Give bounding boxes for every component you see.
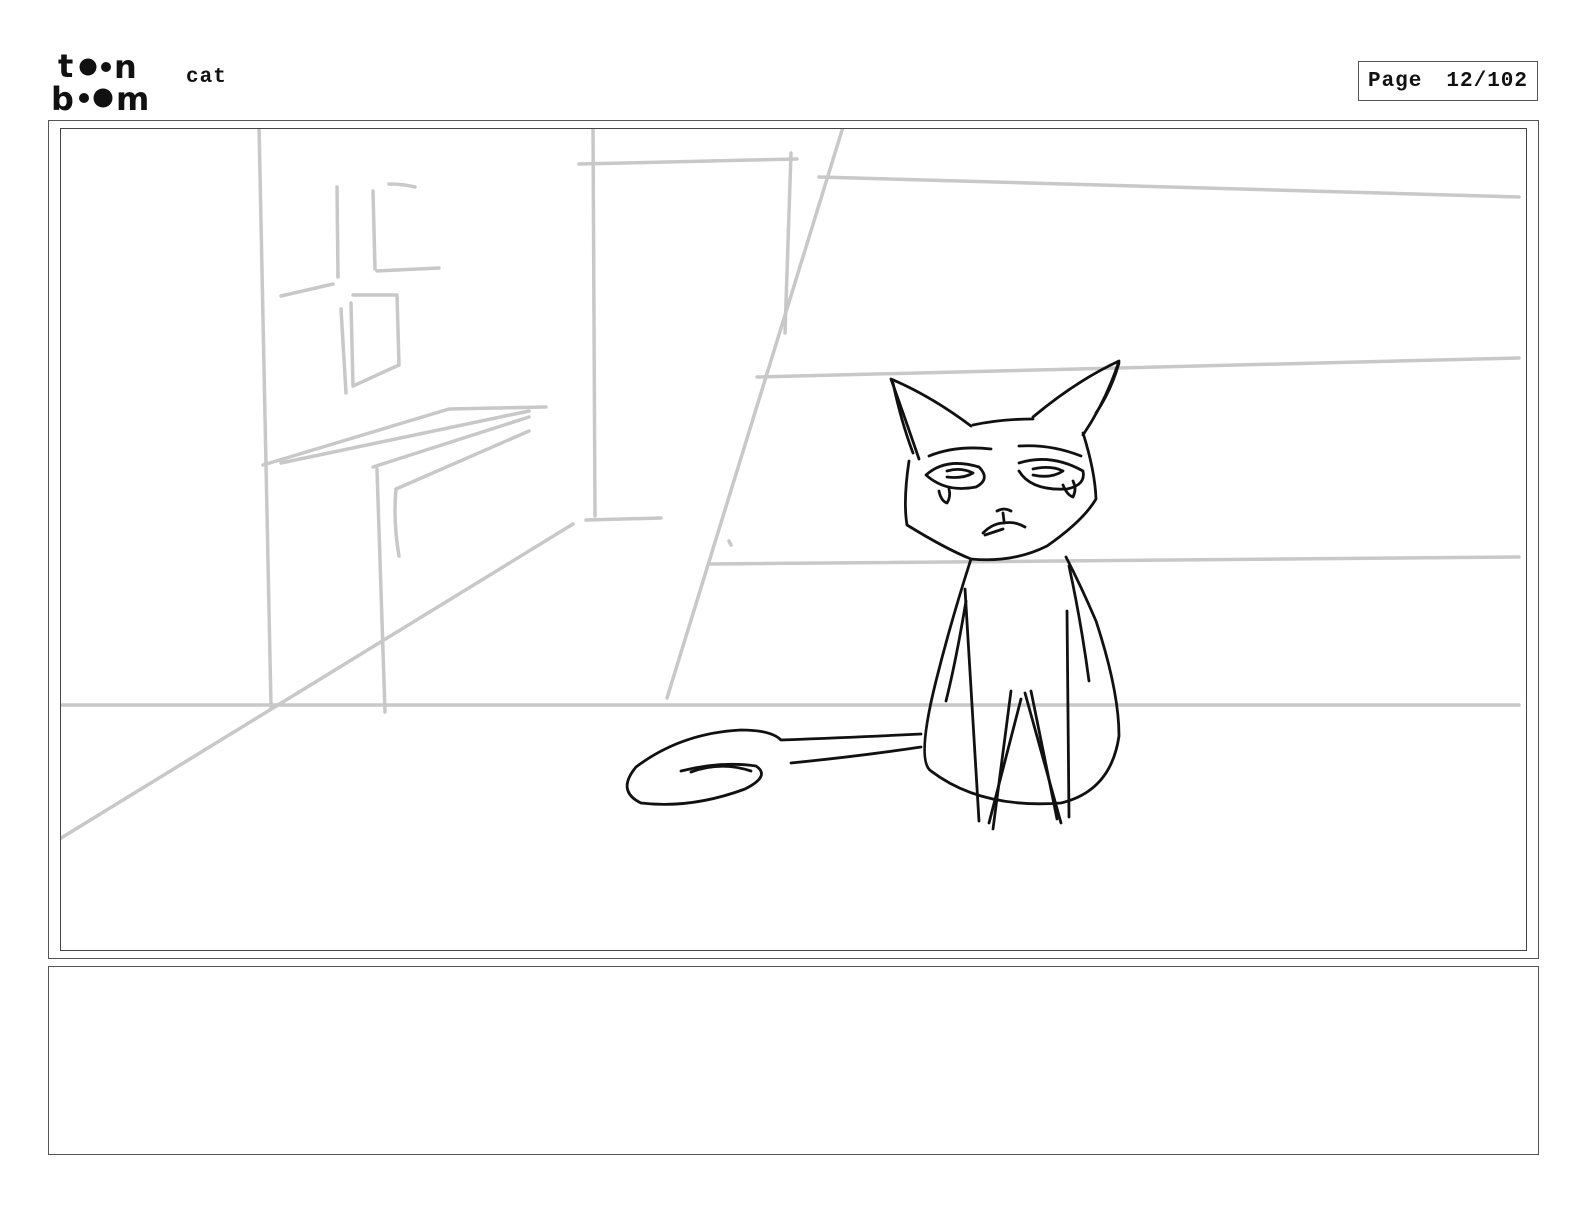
page-label: Page	[1367, 69, 1423, 93]
page-indicator: Page 12/102	[1358, 61, 1538, 101]
background-sketch-lines	[61, 129, 1521, 841]
panel-notes-box	[48, 966, 1539, 1155]
storyboard-panel-image	[60, 128, 1527, 951]
toon-boom-logo: t n b m	[51, 50, 149, 114]
svg-text:m: m	[116, 80, 149, 114]
document-title: cat	[186, 66, 227, 89]
page-number: 12/102	[1446, 69, 1529, 93]
cat-sketch	[625, 359, 1121, 831]
panel-sketch	[61, 129, 1521, 841]
svg-text:b: b	[51, 80, 74, 114]
